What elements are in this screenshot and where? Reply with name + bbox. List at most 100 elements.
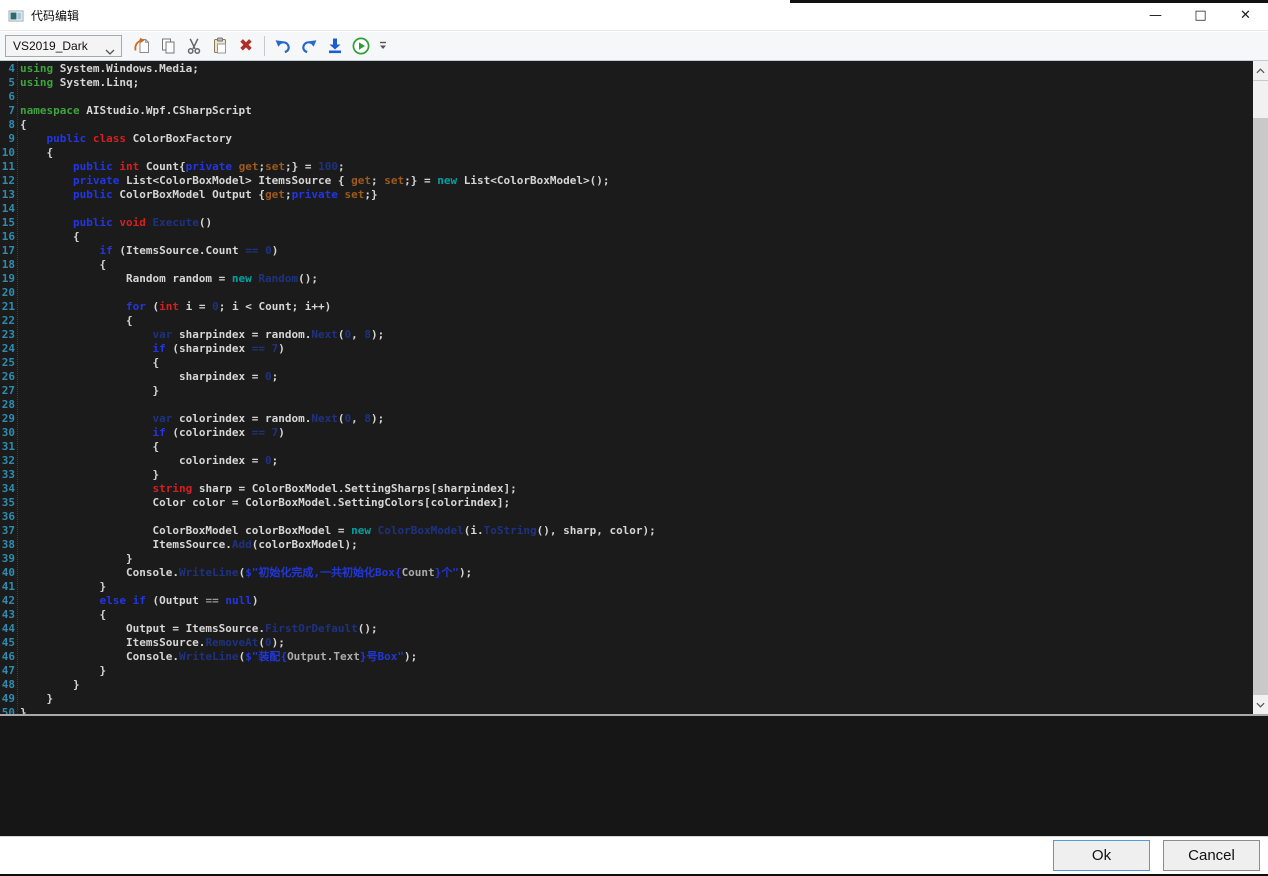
- vertical-scrollbar[interactable]: [1253, 61, 1268, 714]
- code-text[interactable]: {: [15, 608, 106, 622]
- close-button[interactable]: ✕: [1223, 0, 1268, 31]
- code-line-29[interactable]: 29 var colorindex = random.Next(0, 8);: [0, 412, 1253, 426]
- code-text[interactable]: {: [15, 314, 133, 328]
- code-line-15[interactable]: 15 public void Execute(): [0, 216, 1253, 230]
- code-text[interactable]: namespace AIStudio.Wpf.CSharpScript: [15, 104, 252, 118]
- code-text[interactable]: sharpindex = 0;: [15, 370, 278, 384]
- code-line-17[interactable]: 17 if (ItemsSource.Count == 0): [0, 244, 1253, 258]
- code-text[interactable]: {: [15, 440, 159, 454]
- code-text[interactable]: public ColorBoxModel Output {get;private…: [15, 188, 378, 202]
- code-line-47[interactable]: 47 }: [0, 664, 1253, 678]
- code-line-49[interactable]: 49 }: [0, 692, 1253, 706]
- code-line-35[interactable]: 35 Color color = ColorBoxModel.SettingCo…: [0, 496, 1253, 510]
- code-line-39[interactable]: 39 }: [0, 552, 1253, 566]
- code-line-23[interactable]: 23 var sharpindex = random.Next(0, 8);: [0, 328, 1253, 342]
- delete-button[interactable]: ✖: [234, 34, 258, 58]
- scroll-up-button[interactable]: [1253, 61, 1268, 80]
- code-line-38[interactable]: 38 ItemsSource.Add(colorBoxModel);: [0, 538, 1253, 552]
- code-text[interactable]: public int Count{private get;set;} = 100…: [15, 160, 345, 174]
- code-text[interactable]: }: [15, 384, 159, 398]
- code-text[interactable]: if (colorindex == 7): [15, 426, 285, 440]
- code-text[interactable]: ColorBoxModel colorBoxModel = new ColorB…: [15, 524, 656, 538]
- code-line-40[interactable]: 40 Console.WriteLine($"初始化完成,一共初始化Box{Co…: [0, 566, 1253, 580]
- code-line-46[interactable]: 46 Console.WriteLine($"装配{Output.Text}号B…: [0, 650, 1253, 664]
- scroll-down-button[interactable]: [1253, 695, 1268, 714]
- code-line-5[interactable]: 5using System.Linq;: [0, 76, 1253, 90]
- code-text[interactable]: ItemsSource.Add(colorBoxModel);: [15, 538, 358, 552]
- code-line-28[interactable]: 28: [0, 398, 1253, 412]
- code-line-44[interactable]: 44 Output = ItemsSource.FirstOrDefault()…: [0, 622, 1253, 636]
- code-text[interactable]: Console.WriteLine($"装配{Output.Text}号Box"…: [15, 650, 417, 664]
- code-line-43[interactable]: 43 {: [0, 608, 1253, 622]
- run-button[interactable]: [349, 34, 373, 58]
- code-line-6[interactable]: 6: [0, 90, 1253, 104]
- code-line-13[interactable]: 13 public ColorBoxModel Output {get;priv…: [0, 188, 1253, 202]
- code-line-45[interactable]: 45 ItemsSource.RemoveAt(0);: [0, 636, 1253, 650]
- code-line-21[interactable]: 21 for (int i = 0; i < Count; i++): [0, 300, 1253, 314]
- code-text[interactable]: else if (Output == null): [15, 594, 258, 608]
- toolbar-overflow-button[interactable]: [378, 39, 388, 53]
- code-text[interactable]: using System.Windows.Media;: [15, 62, 199, 76]
- code-text[interactable]: Output = ItemsSource.FirstOrDefault();: [15, 622, 378, 636]
- scrollbar-thumb[interactable]: [1253, 81, 1268, 118]
- code-text[interactable]: colorindex = 0;: [15, 454, 278, 468]
- code-line-24[interactable]: 24 if (sharpindex == 7): [0, 342, 1253, 356]
- code-line-33[interactable]: 33 }: [0, 468, 1253, 482]
- code-line-10[interactable]: 10 {: [0, 146, 1253, 160]
- code-line-14[interactable]: 14: [0, 202, 1253, 216]
- code-text[interactable]: Random random = new Random();: [15, 272, 318, 286]
- code-text[interactable]: string sharp = ColorBoxModel.SettingShar…: [15, 482, 517, 496]
- code-text[interactable]: var colorindex = random.Next(0, 8);: [15, 412, 384, 426]
- theme-select[interactable]: VS2019_Dark: [5, 35, 122, 57]
- code-text[interactable]: {: [15, 118, 27, 132]
- code-text[interactable]: }: [15, 692, 53, 706]
- revert-document-button[interactable]: [130, 34, 154, 58]
- code-line-19[interactable]: 19 Random random = new Random();: [0, 272, 1253, 286]
- code-text[interactable]: public class ColorBoxFactory: [15, 132, 232, 146]
- code-text[interactable]: for (int i = 0; i < Count; i++): [15, 300, 331, 314]
- code-line-50[interactable]: 50}: [0, 706, 1253, 714]
- code-line-16[interactable]: 16 {: [0, 230, 1253, 244]
- ok-button[interactable]: Ok: [1053, 840, 1150, 871]
- code-text[interactable]: var sharpindex = random.Next(0, 8);: [15, 328, 384, 342]
- code-text[interactable]: }: [15, 552, 133, 566]
- code-line-27[interactable]: 27 }: [0, 384, 1253, 398]
- code-text[interactable]: }: [15, 706, 27, 714]
- code-line-9[interactable]: 9 public class ColorBoxFactory: [0, 132, 1253, 146]
- code-line-37[interactable]: 37 ColorBoxModel colorBoxModel = new Col…: [0, 524, 1253, 538]
- code-line-25[interactable]: 25 {: [0, 356, 1253, 370]
- code-text[interactable]: if (ItemsSource.Count == 0): [15, 244, 278, 258]
- code-line-20[interactable]: 20: [0, 286, 1253, 300]
- code-line-31[interactable]: 31 {: [0, 440, 1253, 454]
- code-text[interactable]: if (sharpindex == 7): [15, 342, 285, 356]
- redo-button[interactable]: [297, 34, 321, 58]
- code-text[interactable]: Console.WriteLine($"初始化完成,一共初始化Box{Count…: [15, 566, 472, 580]
- code-line-4[interactable]: 4using System.Windows.Media;: [0, 62, 1253, 76]
- code-text[interactable]: [15, 398, 20, 412]
- code-line-22[interactable]: 22 {: [0, 314, 1253, 328]
- code-text[interactable]: public void Execute(): [15, 216, 212, 230]
- code-text[interactable]: {: [15, 230, 80, 244]
- code-line-42[interactable]: 42 else if (Output == null): [0, 594, 1253, 608]
- code-line-34[interactable]: 34 string sharp = ColorBoxModel.SettingS…: [0, 482, 1253, 496]
- code-text[interactable]: [15, 202, 20, 216]
- code-text[interactable]: Color color = ColorBoxModel.SettingColor…: [15, 496, 510, 510]
- cut-button[interactable]: [182, 34, 206, 58]
- copy-button[interactable]: [156, 34, 180, 58]
- code-text[interactable]: [15, 90, 20, 104]
- code-text[interactable]: using System.Linq;: [15, 76, 139, 90]
- code-text[interactable]: }: [15, 664, 106, 678]
- code-text[interactable]: }: [15, 580, 106, 594]
- code-line-30[interactable]: 30 if (colorindex == 7): [0, 426, 1253, 440]
- code-text[interactable]: [15, 286, 20, 300]
- undo-button[interactable]: [271, 34, 295, 58]
- code-text[interactable]: {: [15, 356, 159, 370]
- code-line-48[interactable]: 48 }: [0, 678, 1253, 692]
- minimize-button[interactable]: —: [1133, 0, 1178, 31]
- code-area[interactable]: 4using System.Windows.Media;5using Syste…: [0, 62, 1253, 714]
- code-text[interactable]: }: [15, 468, 159, 482]
- code-line-18[interactable]: 18 {: [0, 258, 1253, 272]
- code-text[interactable]: ItemsSource.RemoveAt(0);: [15, 636, 285, 650]
- code-text[interactable]: {: [15, 146, 53, 160]
- maximize-button[interactable]: □: [1178, 0, 1223, 31]
